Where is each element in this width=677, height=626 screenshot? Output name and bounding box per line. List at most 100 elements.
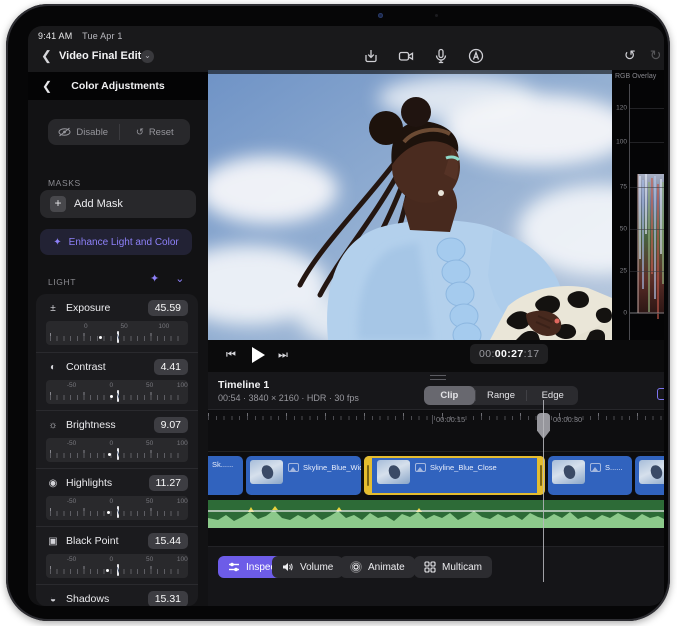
clip-thumbnail xyxy=(250,460,283,484)
back-icon[interactable]: ❮ xyxy=(41,48,52,64)
exposure-ruler[interactable]: 0 50 100 xyxy=(46,321,188,345)
clip-item[interactable]: Sk...... xyxy=(208,456,243,495)
tick-label: 0 xyxy=(110,498,114,505)
clip-name: Sk...... xyxy=(212,460,233,469)
clip-item[interactable]: S...... xyxy=(548,456,632,495)
tick-label: 100 xyxy=(177,556,188,563)
tick-label: 100 xyxy=(177,498,188,505)
trim-handle-left[interactable] xyxy=(364,456,372,495)
scope-axis-label: 25 xyxy=(613,268,627,275)
scope-axis-label: 100 xyxy=(613,139,627,146)
slider-label: Highlights xyxy=(66,477,112,489)
reset-label: Reset xyxy=(149,127,174,138)
reset-icon: ↺ xyxy=(136,127,144,138)
import-icon[interactable] xyxy=(362,47,380,65)
slider-value[interactable]: 15.31 xyxy=(148,591,188,606)
slider-thumb[interactable] xyxy=(117,564,119,576)
tick-label: 0 xyxy=(110,556,114,563)
highlights-ruler[interactable]: -50 0 50 100 xyxy=(46,496,188,520)
scope-axis-label: 50 xyxy=(613,226,627,233)
timecode-display[interactable]: 00: 00:27 :17 xyxy=(470,344,548,364)
pencil-a-icon[interactable] xyxy=(467,47,485,65)
brightness-ruler[interactable]: -50 0 50 100 xyxy=(46,438,188,462)
slider-thumb[interactable] xyxy=(117,390,119,402)
animate-icon xyxy=(350,561,362,573)
multicam-button[interactable]: Multicam xyxy=(414,556,492,578)
tick-label: 50 xyxy=(146,440,153,447)
disable-button[interactable]: Disable xyxy=(48,119,119,145)
add-mask-button[interactable]: + Add Mask xyxy=(40,190,196,218)
timeline-info: 00:54 · 3840 × 2160 · HDR · 30 fps xyxy=(218,393,359,403)
clip-item[interactable]: Skyline_Blue_Wide xyxy=(246,456,361,495)
tick-label: 100 xyxy=(177,440,188,447)
slider-label: Shadows xyxy=(66,593,109,605)
clip-item-selected[interactable]: Skyline_Blue_Close xyxy=(364,456,545,495)
tick-label: 50 xyxy=(120,323,127,330)
animate-button[interactable]: Animate xyxy=(340,556,415,578)
volume-button[interactable]: Volume xyxy=(272,556,343,578)
timeline-header: Timeline 1 00:54 · 3840 × 2160 · HDR · 3… xyxy=(208,372,664,410)
project-title[interactable]: Video Final Edit xyxy=(59,50,141,62)
mode-clip[interactable]: Clip xyxy=(424,386,475,405)
playhead-line[interactable] xyxy=(543,400,544,582)
slider-thumb[interactable] xyxy=(117,331,119,343)
slider-black-point: ▣ Black Point 15.44 -50 0 50 100 xyxy=(36,526,198,584)
chevron-down-icon[interactable]: ⌄ xyxy=(141,50,154,63)
audio-track[interactable] xyxy=(208,500,664,528)
tick-label: 100 xyxy=(158,323,169,330)
scope-title: RGB Overlay xyxy=(615,73,656,80)
previous-frame-icon[interactable]: ⏮ xyxy=(226,349,236,362)
origin-dot xyxy=(106,569,109,572)
timecode-hours: 00: xyxy=(479,348,495,360)
ruler-time-label: 00:00:15 xyxy=(432,415,465,424)
camera-icon[interactable] xyxy=(397,47,415,65)
tick-label: 0 xyxy=(84,323,88,330)
photo-icon xyxy=(415,463,426,472)
magic-wand-icon: ✦ xyxy=(53,237,61,248)
slider-value[interactable]: 45.59 xyxy=(148,300,188,316)
photo-icon xyxy=(288,463,299,472)
status-bar: 9:41 AM Tue Apr 1 xyxy=(38,31,123,41)
slider-thumb[interactable] xyxy=(117,448,119,460)
rgb-overlay-scope: RGB Overlay 120 100 75 50 25 0 -20 xyxy=(612,70,664,346)
reset-button[interactable]: ↺ Reset xyxy=(120,119,191,145)
timecode-frames: :17 xyxy=(524,348,540,360)
multicam-icon xyxy=(424,561,436,573)
video-preview[interactable] xyxy=(208,70,612,340)
play-icon[interactable] xyxy=(252,347,265,363)
clip-item[interactable] xyxy=(635,456,664,495)
contrast-ruler[interactable]: -50 0 50 100 xyxy=(46,380,188,404)
status-time: 9:41 AM xyxy=(38,31,72,41)
front-camera xyxy=(378,13,383,18)
slider-value[interactable]: 4.41 xyxy=(154,359,188,375)
black-point-ruler[interactable]: -50 0 50 100 xyxy=(46,554,188,578)
mic-icon[interactable] xyxy=(432,47,450,65)
tick-label: 0 xyxy=(110,382,114,389)
slider-thumb[interactable] xyxy=(117,506,119,518)
scope-axis-label: 0 xyxy=(613,310,627,317)
disable-label: Disable xyxy=(76,127,108,138)
highlights-icon: ◉ xyxy=(46,478,60,489)
next-frame-icon[interactable]: ⏭ xyxy=(278,349,288,362)
clip-appearance-icon-partial[interactable] xyxy=(657,388,664,400)
title-bar: ❮ Video Final Edit ⌄ xyxy=(28,44,664,72)
collapse-chevron-icon[interactable]: ⌄ xyxy=(175,272,184,285)
slider-value[interactable]: 11.27 xyxy=(149,475,189,491)
sliders-icon xyxy=(228,561,240,573)
undo-icon[interactable]: ↺ xyxy=(624,47,636,64)
slider-value[interactable]: 15.44 xyxy=(148,533,188,549)
black-point-icon: ▣ xyxy=(46,536,60,547)
timeline-ruler[interactable]: 00:00:15 00:00:30 xyxy=(208,411,664,452)
mode-edge[interactable]: Edge xyxy=(527,386,578,405)
clips-track: Sk...... Skyline_Blue_Wide xyxy=(208,456,664,495)
drag-handle[interactable] xyxy=(430,375,446,380)
audio-waveform xyxy=(208,500,664,528)
slider-label: Exposure xyxy=(66,302,110,314)
mode-range[interactable]: Range xyxy=(476,386,527,405)
scope-plot xyxy=(629,84,664,342)
auto-enhance-icon[interactable]: ✦ xyxy=(150,272,159,285)
enhance-light-color-button[interactable]: ✦ Enhance Light and Color xyxy=(40,229,192,255)
masks-section-label: MASKS xyxy=(48,178,81,188)
slider-value[interactable]: 9.07 xyxy=(154,417,188,433)
disable-reset-segment: Disable ↺ Reset xyxy=(48,119,190,145)
